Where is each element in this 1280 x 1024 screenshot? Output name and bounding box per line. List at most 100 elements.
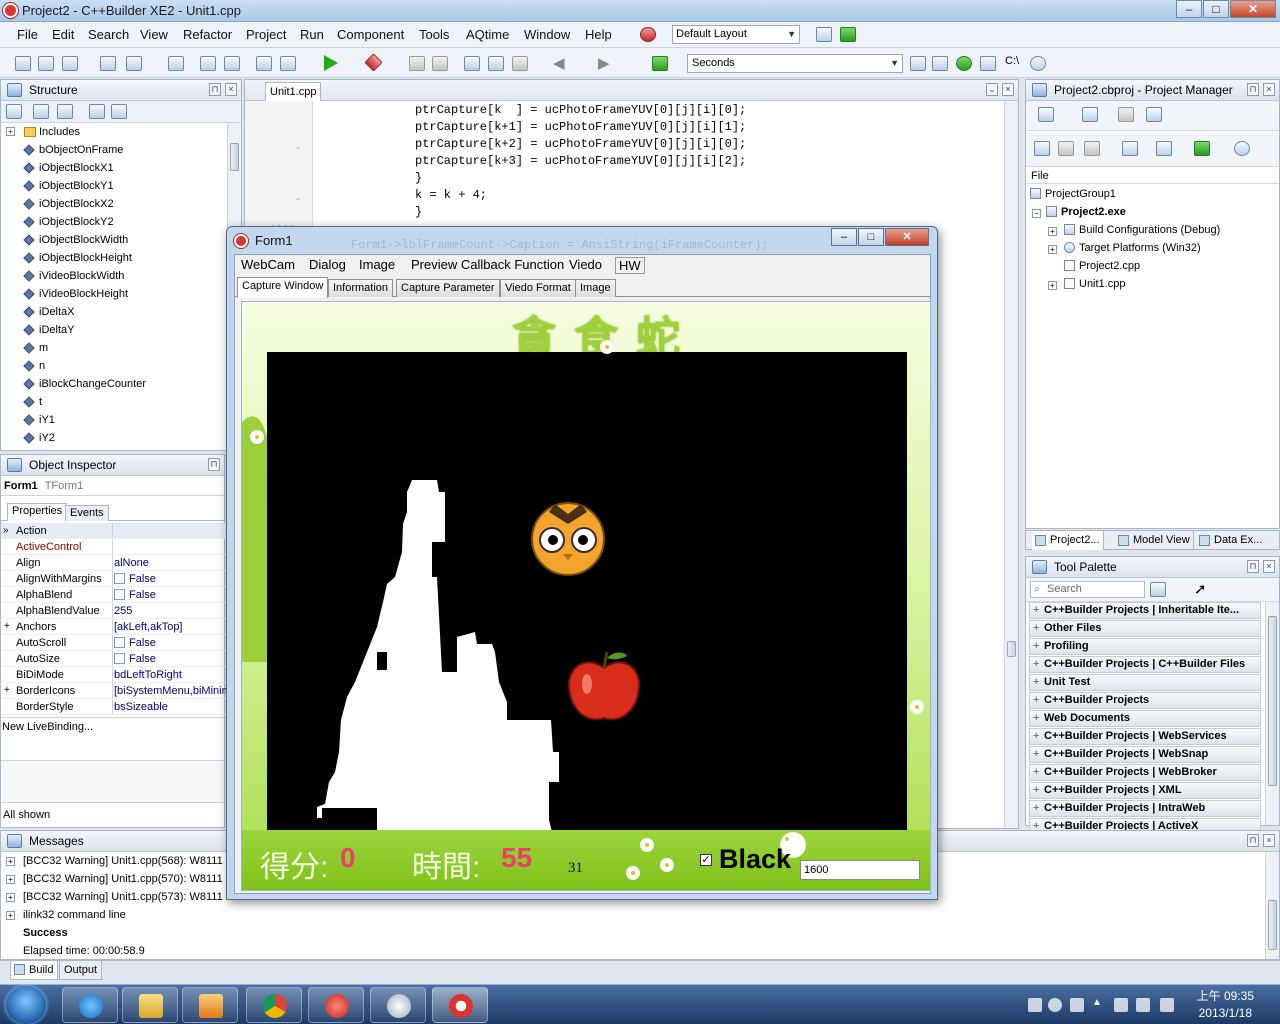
menu-view[interactable]: View <box>140 27 168 42</box>
menu-component[interactable]: Component <box>337 27 404 42</box>
editor-scrollbar[interactable] <box>1004 101 1018 828</box>
profiler-icon[interactable] <box>910 56 926 71</box>
expand-icon[interactable]: + <box>6 911 15 920</box>
form1-close-button[interactable]: ✕ <box>885 228 929 246</box>
palette-category[interactable]: C++Builder Projects <box>1029 692 1261 709</box>
property-value[interactable]: False <box>114 587 156 603</box>
palette-category[interactable]: C++Builder Projects | IntraWeb <box>1029 800 1261 817</box>
property-row[interactable]: ActiveControl <box>1 539 226 555</box>
tree-project-group[interactable]: ProjectGroup1 <box>1030 185 1116 203</box>
black-checkbox[interactable]: ✓ <box>700 854 712 866</box>
tree-build-configurations[interactable]: Build Configurations (Debug) <box>1064 221 1220 239</box>
run-icon[interactable] <box>324 55 338 71</box>
palette-category[interactable]: C++Builder Projects | WebServices <box>1029 728 1261 745</box>
property-row[interactable]: AutoSize False <box>1 651 226 667</box>
palette-category[interactable]: Web Documents <box>1029 710 1261 727</box>
taskbar-cpp-builder[interactable] <box>432 987 488 1023</box>
property-row[interactable]: + Anchors [akLeft,akTop] <box>1 619 226 635</box>
scroll-thumb[interactable] <box>230 143 239 171</box>
menu-window[interactable]: Window <box>524 27 570 42</box>
options-icon[interactable] <box>1194 141 1210 156</box>
expand-icon[interactable]: + <box>6 893 15 902</box>
add-to-project-icon[interactable] <box>256 56 272 71</box>
form1-menu-webcam[interactable]: WebCam <box>241 257 295 272</box>
property-row[interactable]: BiDiMode bdLeftToRight <box>1 667 226 683</box>
debug-run-icon[interactable] <box>364 53 383 72</box>
list-icon[interactable] <box>1122 141 1138 156</box>
filter-icon[interactable] <box>33 104 49 119</box>
check-icon[interactable] <box>89 104 105 119</box>
save-all-icon[interactable] <box>200 56 216 71</box>
form1-menu-preview-callback[interactable]: Preview Callback Function <box>411 257 564 272</box>
pin-icon[interactable]: ⊓ <box>1247 834 1259 847</box>
property-value[interactable]: [biSystemMenu,biMinim <box>114 683 231 699</box>
chart-icon[interactable] <box>111 104 127 119</box>
taskbar-media-player[interactable] <box>182 987 238 1023</box>
expand-icon[interactable]: + <box>6 857 15 866</box>
close-file-icon[interactable] <box>224 56 240 71</box>
checkbox[interactable] <box>114 573 125 584</box>
globe-icon[interactable] <box>956 56 972 71</box>
palette-category[interactable]: Profiling <box>1029 638 1261 655</box>
open-icon[interactable] <box>100 56 116 71</box>
property-row[interactable]: + BorderIcons [biSystemMenu,biMinim <box>1 683 231 699</box>
tab-image[interactable]: Image <box>575 279 616 297</box>
chevron-down-icon[interactable]: ⌄ <box>986 83 998 96</box>
desktop-layout-select[interactable]: Default Layout ▼ <box>672 25 800 44</box>
close-icon[interactable]: × <box>1263 834 1275 847</box>
network-icon[interactable] <box>932 56 948 71</box>
property-row[interactable]: AlphaBlendValue 255 <box>1 603 226 619</box>
form1-menu-dialog[interactable]: Dialog <box>309 257 346 272</box>
tab-unit1-cpp[interactable]: Unit1.cpp <box>265 82 321 101</box>
taskbar-explorer[interactable] <box>122 987 178 1023</box>
checkbox[interactable] <box>114 589 125 600</box>
close-icon[interactable]: × <box>1002 83 1014 96</box>
system-clock[interactable]: 上午 09:35 2013/1/18 <box>1197 988 1254 1022</box>
cursor-icon[interactable]: ➚ <box>1194 580 1207 598</box>
object-selector[interactable]: Form1 TForm1 <box>1 476 224 496</box>
taskbar-ie[interactable] <box>62 987 118 1023</box>
view-icon[interactable] <box>1146 107 1162 122</box>
forward-arrow-icon[interactable]: ▶ <box>598 54 610 72</box>
menu-project[interactable]: Project <box>246 27 286 42</box>
checkbox[interactable] <box>114 653 125 664</box>
expand-icon[interactable]: + <box>1048 245 1057 254</box>
new-livebinding-link[interactable]: New LiveBinding... <box>2 721 93 733</box>
expand-icon[interactable]: + <box>1048 227 1057 236</box>
taskbar-app-red[interactable] <box>308 987 364 1023</box>
close-icon[interactable]: × <box>1263 83 1275 96</box>
component-icon[interactable] <box>652 56 668 71</box>
messages-scrollbar[interactable] <box>1265 852 1279 959</box>
property-value[interactable]: False <box>114 571 156 587</box>
form1-menu-hw[interactable]: HW <box>615 257 645 274</box>
expand-icon[interactable]: + <box>1048 281 1057 290</box>
build-icon[interactable] <box>1058 141 1074 156</box>
palette-category[interactable]: C++Builder Projects | WebBroker <box>1029 764 1261 781</box>
property-row[interactable]: AlphaBlend False <box>1 587 226 603</box>
tab-capture-parameter[interactable]: Capture Parameter <box>396 279 500 297</box>
tab-build[interactable]: Build <box>10 961 59 980</box>
form1-menu-image[interactable]: Image <box>359 257 395 272</box>
close-icon[interactable]: × <box>1263 560 1275 573</box>
expand-icon[interactable]: + <box>4 683 10 699</box>
keyboard-icon[interactable] <box>1028 998 1042 1012</box>
tab-data-explorer[interactable]: Data Ex... <box>1196 531 1265 550</box>
menu-run[interactable]: Run <box>300 27 324 42</box>
menu-file[interactable]: File <box>17 27 38 42</box>
menu-search[interactable]: Search <box>88 27 129 42</box>
categories-icon[interactable] <box>1150 582 1166 597</box>
set-debug-desktop-icon[interactable] <box>840 27 856 42</box>
palette-search-input[interactable]: ⌕ Search <box>1030 581 1145 598</box>
start-button[interactable] <box>6 986 46 1024</box>
pin-icon[interactable]: ⊓ <box>1247 560 1259 573</box>
expand-icon[interactable]: + <box>6 127 15 136</box>
menu-aqtime[interactable]: AQtime <box>466 27 509 42</box>
form1-window[interactable]: Form1 Form1->lblFrameCount->Caption = An… <box>226 226 938 900</box>
property-value[interactable]: bsSizeable <box>114 699 168 715</box>
add-file-icon[interactable] <box>1082 107 1098 122</box>
tab-information[interactable]: Information <box>328 279 394 297</box>
clean-icon[interactable] <box>1156 141 1172 156</box>
palette-category[interactable]: Other Files <box>1029 620 1261 637</box>
sync-icon[interactable] <box>1034 141 1050 156</box>
input-icon[interactable] <box>1070 998 1084 1012</box>
